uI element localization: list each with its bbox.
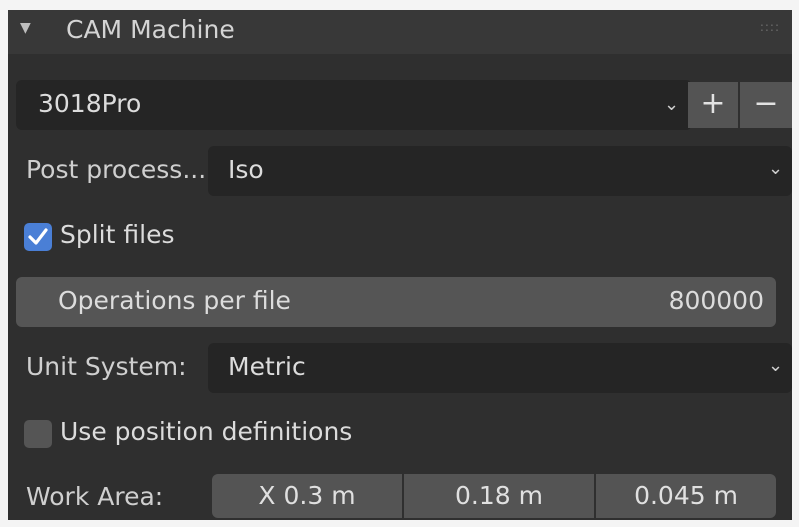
work-area-z-field[interactable]: 0.045 m [596, 474, 776, 518]
chevron-down-icon: ⌄ [664, 94, 680, 115]
drag-grip-icon[interactable]: :::: [760, 20, 780, 34]
split-files-label[interactable]: Split files [60, 220, 174, 249]
use-position-definitions-checkbox[interactable] [24, 420, 52, 448]
triangle-down-icon[interactable]: ▼ [20, 20, 31, 36]
chevron-down-icon: ⌄ [768, 355, 784, 376]
panel-header[interactable]: ▼ CAM Machine :::: [8, 10, 792, 54]
work-area-y-field[interactable]: 0.18 m [404, 474, 594, 518]
panel-title: CAM Machine [66, 15, 235, 44]
work-area-x-field[interactable]: X 0.3 m [212, 474, 402, 518]
machine-preset-value: 3018Pro [38, 89, 142, 118]
unit-system-label: Unit System: [26, 352, 187, 381]
add-preset-button[interactable]: + [688, 82, 738, 128]
operations-per-file-value: 800000 [668, 286, 764, 315]
split-files-checkbox[interactable] [24, 223, 52, 251]
post-process-label: Post process... [26, 155, 207, 184]
post-process-value: Iso [228, 155, 264, 184]
operations-per-file-label: Operations per file [58, 286, 291, 315]
machine-preset-dropdown[interactable]: 3018Pro ⌄ [16, 80, 692, 130]
operations-per-file-field[interactable]: Operations per file 800000 [16, 277, 776, 327]
use-position-definitions-label[interactable]: Use position definitions [60, 417, 352, 446]
cam-machine-panel: ▼ CAM Machine :::: 3018Pro ⌄ + − Post pr… [8, 10, 792, 520]
post-process-dropdown[interactable]: Iso ⌄ [208, 146, 792, 196]
checkmark-icon [28, 228, 48, 245]
remove-preset-button[interactable]: − [740, 82, 792, 128]
unit-system-dropdown[interactable]: Metric ⌄ [208, 343, 792, 393]
chevron-down-icon: ⌄ [768, 158, 784, 179]
work-area-label: Work Area: [26, 482, 164, 511]
unit-system-value: Metric [228, 352, 306, 381]
